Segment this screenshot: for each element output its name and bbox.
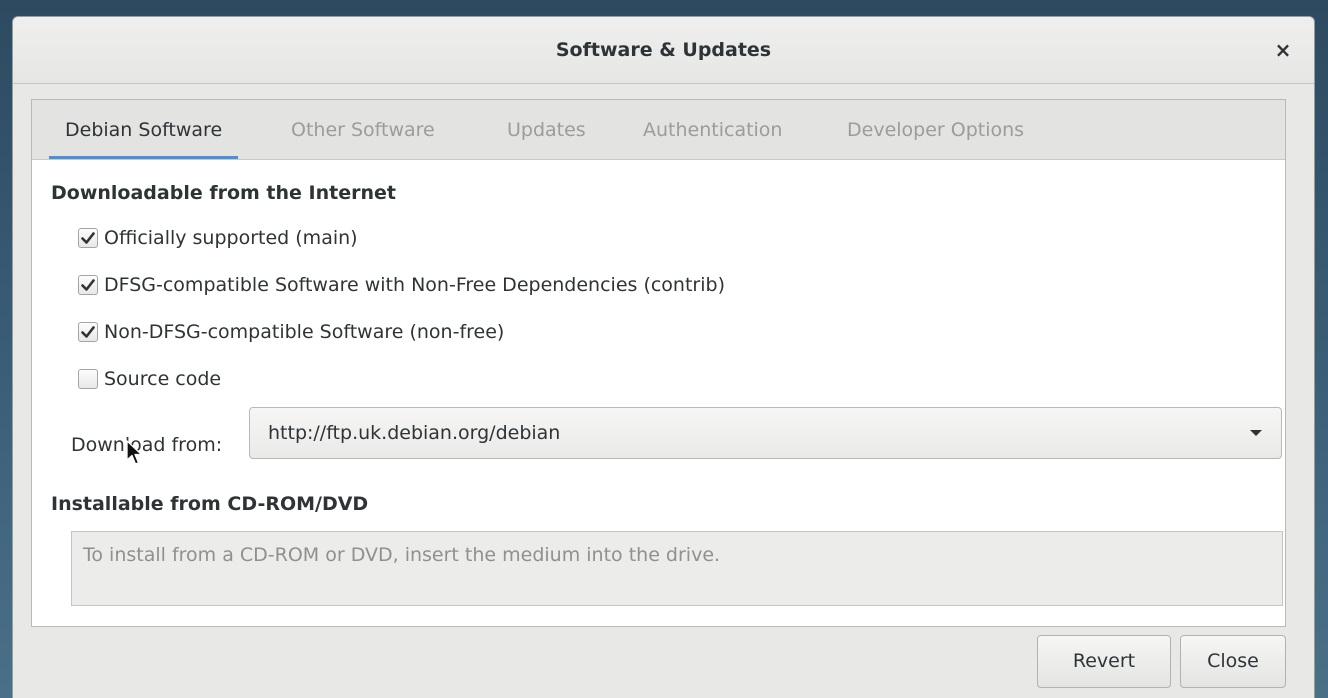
title-bar: Software & Updates × (13, 17, 1314, 84)
window-title: Software & Updates (555, 39, 772, 61)
source-code-checkbox[interactable] (78, 369, 98, 389)
mouse-pointer-icon (126, 440, 143, 465)
tab-notebook: Debian Software Other Software Updates A… (31, 99, 1286, 627)
main-checkbox[interactable] (78, 228, 98, 248)
cdrom-heading: Installable from CD-ROM/DVD (51, 493, 369, 515)
software-updates-window: Software & Updates × Debian Software Oth… (12, 16, 1315, 698)
checkmark-icon (81, 279, 95, 291)
revert-button[interactable]: Revert (1037, 635, 1171, 688)
tab-other-software[interactable]: Other Software (291, 100, 435, 159)
download-server-value: http://ftp.uk.debian.org/debian (268, 422, 561, 444)
main-option[interactable]: Officially supported (main) (78, 224, 358, 252)
download-server-dropdown[interactable]: http://ftp.uk.debian.org/debian (249, 407, 1282, 459)
contrib-option[interactable]: DFSG-compatible Software with Non-Free D… (78, 271, 725, 299)
dropdown-arrow-icon (1250, 430, 1262, 436)
cdrom-info-box: To install from a CD-ROM or DVD, insert … (71, 531, 1283, 606)
tab-authentication[interactable]: Authentication (643, 100, 782, 159)
cdrom-message: To install from a CD-ROM or DVD, insert … (83, 544, 721, 566)
non-free-checkbox[interactable] (78, 322, 98, 342)
tab-developer-options[interactable]: Developer Options (847, 100, 1024, 159)
main-label: Officially supported (main) (104, 227, 358, 249)
close-icon[interactable]: × (1270, 37, 1296, 63)
tab-updates[interactable]: Updates (507, 100, 586, 159)
contrib-checkbox[interactable] (78, 275, 98, 295)
source-code-option[interactable]: Source code (78, 365, 221, 393)
close-button[interactable]: Close (1180, 635, 1286, 688)
downloadable-heading: Downloadable from the Internet (51, 182, 396, 204)
non-free-label: Non-DFSG-compatible Software (non-free) (104, 321, 505, 343)
tab-debian-software[interactable]: Debian Software (48, 100, 239, 159)
tab-bar: Debian Software Other Software Updates A… (32, 100, 1285, 160)
checkmark-icon (81, 326, 95, 338)
source-code-label: Source code (104, 368, 222, 390)
download-from-label: Download from: (71, 434, 223, 456)
contrib-label: DFSG-compatible Software with Non-Free D… (104, 274, 725, 296)
checkmark-icon (81, 232, 95, 244)
non-free-option[interactable]: Non-DFSG-compatible Software (non-free) (78, 318, 504, 346)
